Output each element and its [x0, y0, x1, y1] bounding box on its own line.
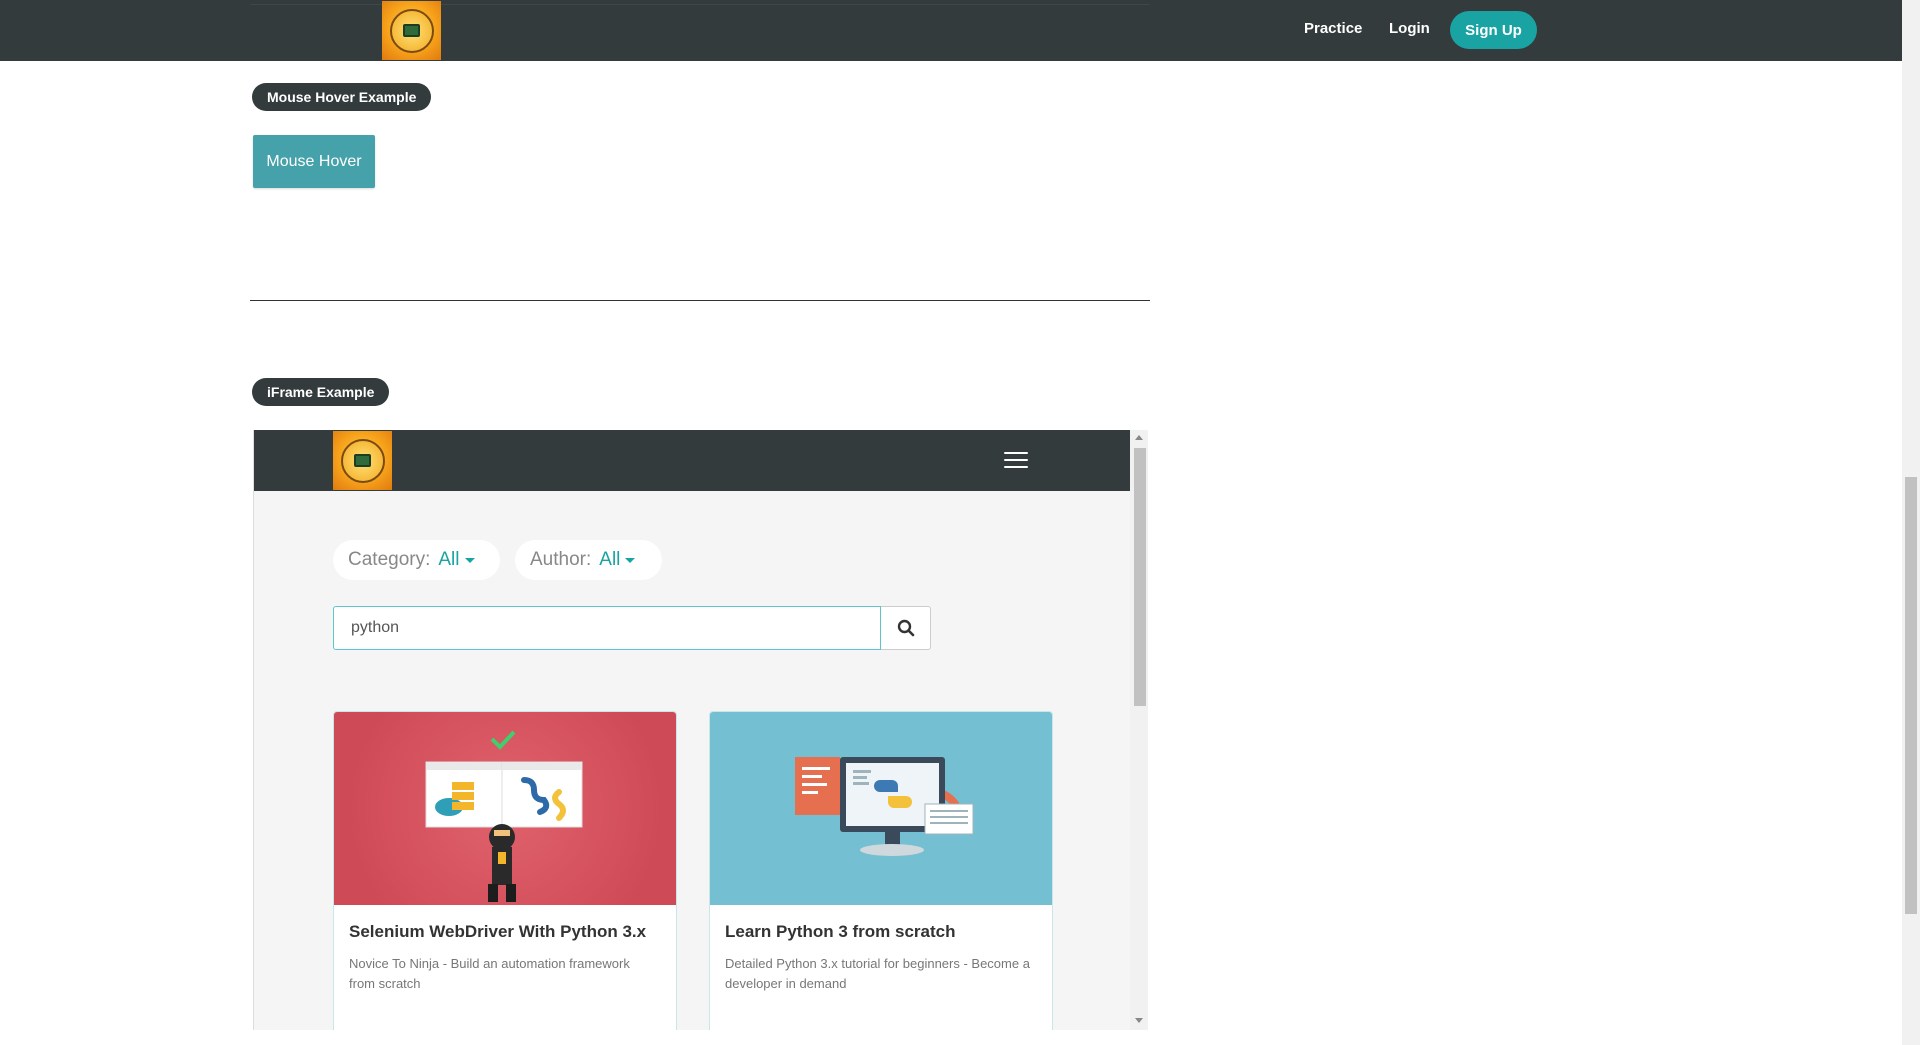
iframe-section-label: iFrame Example	[252, 378, 390, 406]
mouse-hover-button[interactable]: Mouse Hover	[253, 135, 375, 188]
author-filter[interactable]: Author: All	[515, 540, 662, 580]
site-logo-icon[interactable]	[382, 1, 441, 60]
course-iframe[interactable]: Category: All Author: All python Seleniu…	[253, 430, 1148, 1030]
hamburger-menu-icon[interactable]	[1004, 452, 1028, 470]
selenium-python-illustration	[425, 730, 583, 902]
nav-link-practice[interactable]: Practice	[1304, 20, 1362, 37]
course-card-learn-python3[interactable]: Learn Python 3 from scratch Detailed Pyt…	[709, 711, 1053, 1030]
course-title[interactable]: Selenium WebDriver With Python 3.x	[349, 922, 646, 942]
course-title[interactable]: Learn Python 3 from scratch	[725, 922, 956, 942]
caret-down-icon	[625, 557, 636, 563]
course-image-selenium-python	[334, 712, 676, 905]
mouse-hover-section-label: Mouse Hover Example	[252, 83, 432, 111]
course-description: Detailed Python 3.x tutorial for beginne…	[725, 956, 1030, 991]
course-card-selenium-python[interactable]: Selenium WebDriver With Python 3.x Novic…	[333, 711, 677, 1030]
logo-seal	[389, 8, 434, 53]
iframe-logo-seal	[340, 438, 385, 483]
category-filter-value: All	[438, 549, 460, 570]
course-image-learn-python3	[710, 712, 1052, 905]
sign-up-button[interactable]: Sign Up	[1450, 11, 1537, 49]
caret-down-icon	[464, 557, 475, 563]
scroll-up-arrow-icon[interactable]	[1135, 435, 1143, 440]
top-navbar: Practice Login Sign Up	[0, 0, 1902, 61]
iframe-logo-icon[interactable]	[333, 431, 392, 490]
python-illustration	[795, 757, 974, 856]
course-search-input[interactable]	[333, 606, 881, 650]
checkmark-icon	[490, 730, 516, 750]
nav-link-login[interactable]: Login	[1389, 20, 1430, 37]
section-divider	[250, 300, 1150, 301]
search-button[interactable]	[881, 606, 931, 650]
page-scrollbar-thumb[interactable]	[1905, 477, 1917, 914]
search-icon	[897, 619, 914, 637]
category-filter-label: Category:	[348, 549, 431, 570]
course-description: Novice To Ninja - Build an automation fr…	[349, 956, 630, 991]
category-filter[interactable]: Category: All	[333, 540, 500, 580]
iframe-scrollbar-thumb[interactable]	[1134, 448, 1146, 706]
author-filter-label: Author:	[530, 549, 592, 570]
iframe-navbar	[254, 430, 1130, 491]
author-filter-value: All	[599, 549, 621, 570]
scroll-down-arrow-icon[interactable]	[1135, 1018, 1143, 1023]
